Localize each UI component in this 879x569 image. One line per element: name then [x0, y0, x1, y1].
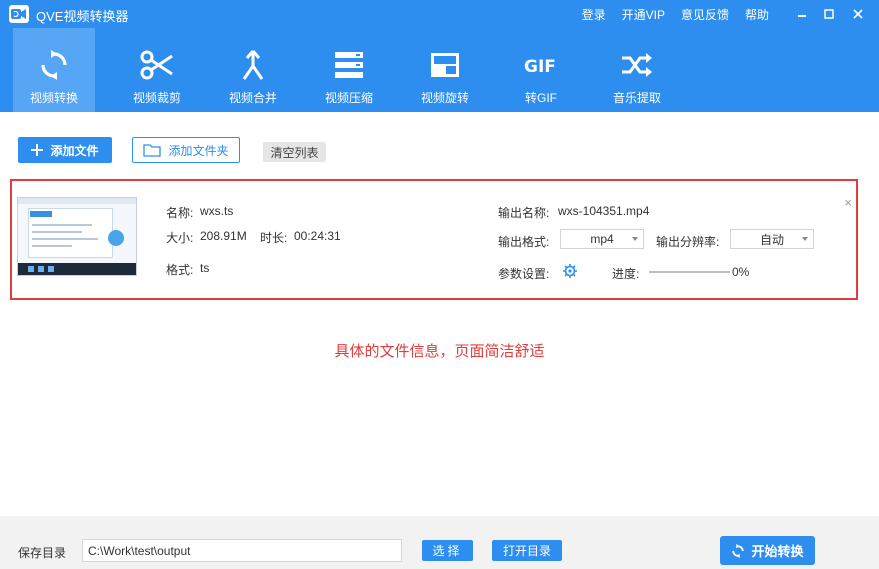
gear-icon[interactable]: [563, 264, 577, 281]
shuffle-icon: [620, 48, 654, 82]
maximize-button[interactable]: [818, 4, 840, 24]
output-name[interactable]: wxs-104351.mp4: [558, 204, 649, 218]
file-format-label: 格式:: [166, 263, 194, 277]
help-link[interactable]: 帮助: [745, 6, 769, 23]
annotation-text: 具体的文件信息，页面简洁舒适: [334, 343, 545, 360]
header: QVE视频转换器 登录 开通VIP 意见反馈 帮助 视频转换 视频裁剪 视频合并…: [0, 0, 879, 112]
tab-label: 视频裁剪: [132, 91, 181, 105]
output-format-label: 输出格式:: [498, 235, 550, 249]
svg-text:GIF: GIF: [524, 57, 556, 76]
params-label: 参数设置:: [498, 267, 550, 281]
scissors-icon: [140, 48, 174, 82]
start-convert-button[interactable]: 开始转换: [720, 536, 815, 565]
file-name-label: 名称:: [166, 206, 194, 220]
tab-label: 视频转换: [29, 91, 78, 105]
file-size-label: 大小:: [166, 231, 194, 245]
tab-video-merge[interactable]: 视频合并: [205, 28, 301, 112]
add-file-label: 添加文件: [50, 143, 99, 158]
remove-file-button[interactable]: ×: [844, 195, 852, 210]
video-thumbnail: [17, 197, 137, 276]
add-file-button[interactable]: 添加文件: [18, 137, 112, 163]
output-format-select[interactable]: mp4: [560, 229, 644, 249]
clear-list-button[interactable]: 清空列表: [263, 142, 326, 162]
tab-label: 转GIF: [525, 91, 557, 105]
footer: 保存目录 选择 打开目录 开始转换: [0, 516, 879, 569]
output-name-label: 输出名称:: [498, 206, 550, 220]
tab-label: 视频旋转: [420, 91, 469, 105]
file-size: 208.91M: [200, 229, 247, 243]
close-window-button[interactable]: [847, 4, 869, 24]
file-duration-label: 时长:: [260, 231, 288, 245]
gif-icon: GIF: [524, 48, 558, 82]
output-resolution-select[interactable]: 自动: [730, 229, 814, 249]
save-path-input[interactable]: [82, 539, 402, 562]
app-title: QVE视频转换器: [36, 9, 129, 24]
tab-to-gif[interactable]: GIF 转GIF: [493, 28, 589, 112]
file-item: 名称: wxs.ts 大小: 208.91M 时长: 00:24:31 格式: …: [10, 179, 858, 300]
minimize-icon: [798, 15, 806, 17]
tab-label: 音乐提取: [612, 91, 661, 105]
title-bar: QVE视频转换器 登录 开通VIP 意见反馈 帮助: [0, 0, 879, 28]
output-format-value: mp4: [590, 232, 614, 246]
feature-tabs: 视频转换 视频裁剪 视频合并 视频压缩 视频旋转 GIF 转GIF 音乐提取: [13, 28, 685, 112]
file-format: ts: [200, 261, 210, 275]
output-resolution-label: 输出分辨率:: [656, 235, 720, 249]
progress-label: 进度:: [612, 267, 640, 281]
choose-button[interactable]: 选择: [422, 540, 473, 561]
login-link[interactable]: 登录: [582, 6, 606, 23]
open-directory-button[interactable]: 打开目录: [492, 540, 562, 561]
progress-bar: [649, 271, 730, 273]
tab-video-convert[interactable]: 视频转换: [13, 28, 95, 112]
folder-icon: [143, 144, 162, 157]
feedback-link[interactable]: 意见反馈: [681, 6, 729, 23]
tab-video-compress[interactable]: 视频压缩: [301, 28, 397, 112]
convert-icon: [732, 543, 745, 558]
rotate-icon: [428, 48, 462, 82]
chevron-down-icon: [632, 237, 638, 241]
chevron-down-icon: [802, 237, 808, 241]
tab-video-rotate[interactable]: 视频旋转: [397, 28, 493, 112]
close-icon: [853, 9, 863, 19]
save-dir-label: 保存目录: [18, 546, 67, 560]
minimize-button[interactable]: [791, 4, 813, 24]
start-convert-label: 开始转换: [751, 544, 804, 559]
tab-label: 视频合并: [228, 91, 277, 105]
file-duration: 00:24:31: [294, 229, 341, 243]
tab-label: 视频压缩: [324, 91, 373, 105]
plus-icon: [31, 144, 44, 156]
top-links: 登录 开通VIP 意见反馈 帮助: [566, 6, 769, 23]
merge-icon: [236, 48, 270, 82]
add-folder-label: 添加文件夹: [168, 143, 229, 158]
vip-link[interactable]: 开通VIP: [622, 6, 665, 23]
add-folder-button[interactable]: 添加文件夹: [132, 137, 240, 163]
tab-video-crop[interactable]: 视频裁剪: [109, 28, 205, 112]
tab-music-extract[interactable]: 音乐提取: [589, 28, 685, 112]
output-resolution-value: 自动: [759, 232, 784, 247]
file-name: wxs.ts: [200, 204, 234, 218]
maximize-icon: [824, 9, 834, 19]
app-logo: [9, 5, 29, 23]
convert-icon: [37, 48, 71, 82]
progress-value: 0%: [732, 265, 750, 279]
compress-icon: [332, 48, 366, 82]
